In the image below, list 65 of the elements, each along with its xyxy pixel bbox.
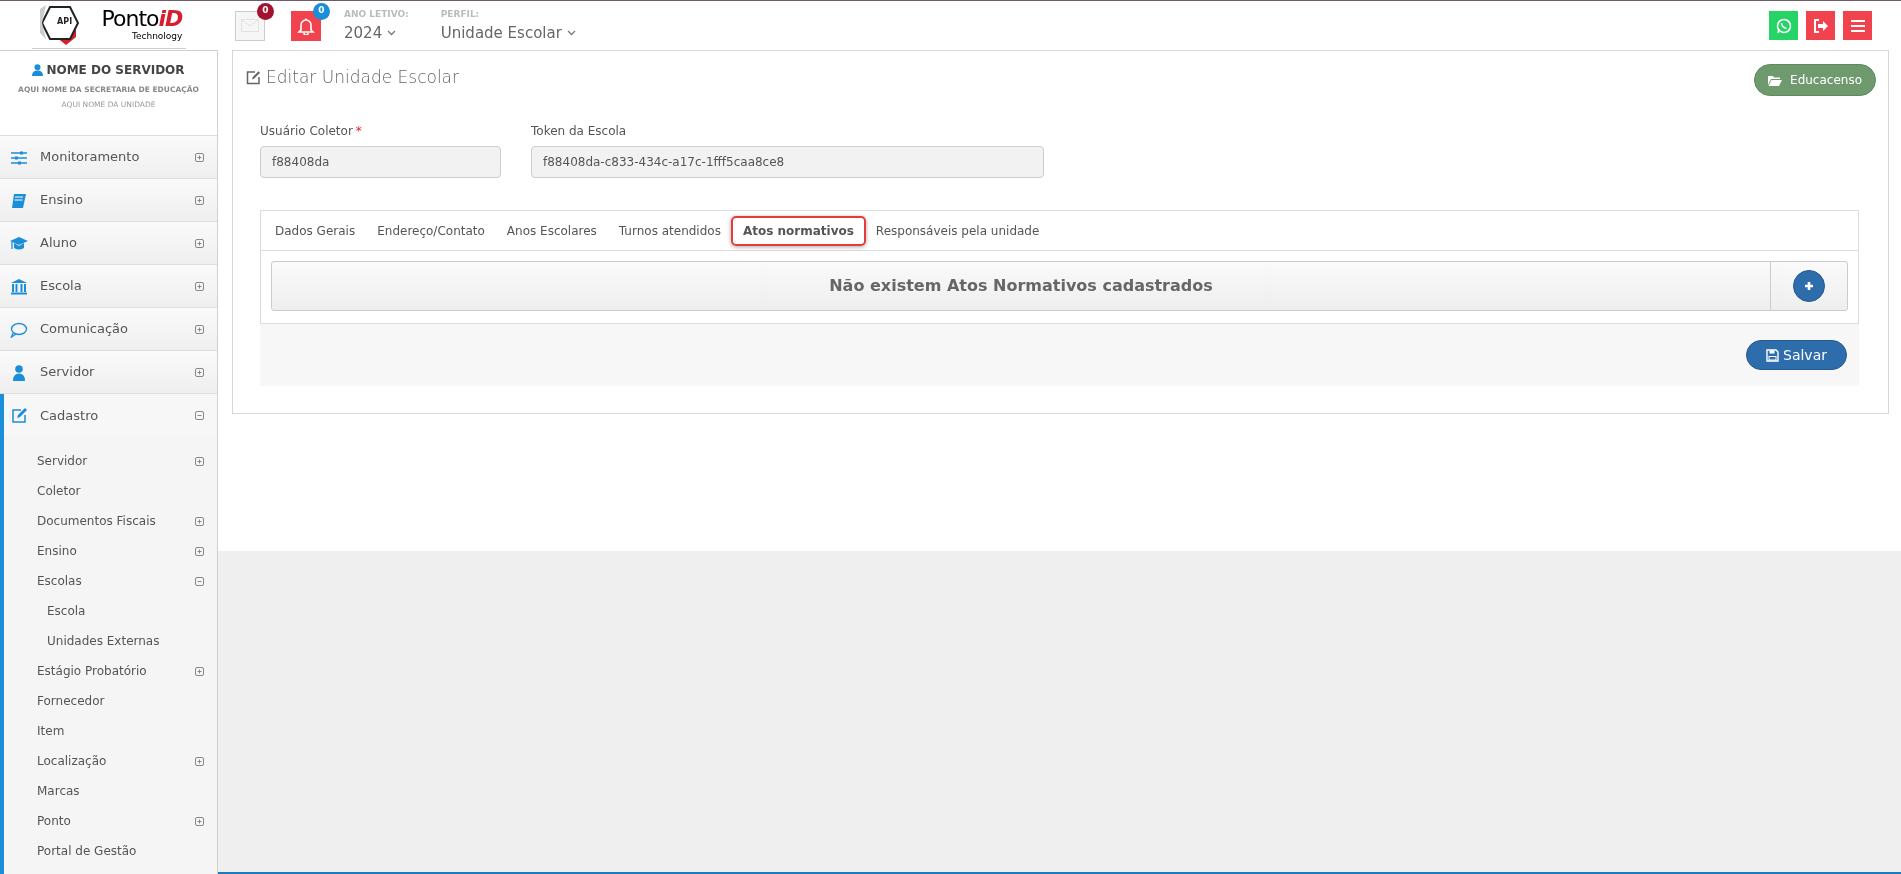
count-badge: 0 (313, 2, 330, 20)
sidebar-item[interactable]: Unidades Externas (4, 626, 217, 656)
graduation-cap-icon (10, 234, 28, 252)
sidebar-item[interactable]: Ensino (4, 536, 217, 566)
sidebar-item[interactable]: Coletor (4, 476, 217, 506)
tab[interactable]: Atos normativos (730, 215, 866, 246)
sign-out-icon (1812, 17, 1829, 34)
input-field[interactable]: f88408da (260, 146, 501, 178)
school-year-label: ANO LETIVO: (344, 8, 409, 20)
profile-dropdown[interactable]: Unidade Escolar (440, 23, 576, 43)
envelope-icon (241, 19, 259, 32)
sidebar-item[interactable]: Localização (4, 746, 217, 776)
sidebar-menu-item[interactable]: Ensino (0, 179, 217, 222)
sidebar-menu-item[interactable]: Escola (0, 265, 217, 308)
menu-button[interactable] (1843, 11, 1872, 40)
sidebar-item[interactable]: Documentos Fiscais (4, 506, 217, 536)
save-button[interactable]: Salvar (1746, 340, 1847, 370)
chat-bubble-icon (1775, 17, 1792, 34)
logo-name: PontoiD (101, 8, 183, 30)
book-icon (10, 191, 28, 209)
edit-icon (246, 70, 261, 86)
sidebar-menu-item[interactable]: Monitoramento (0, 136, 217, 179)
chevron-down-icon (387, 30, 397, 36)
count-badge: 0 (257, 2, 274, 20)
sidebar-item[interactable]: Ponto (4, 806, 217, 836)
sidebar-item[interactable]: Marcas (4, 776, 217, 806)
sidebar-item[interactable]: Item (4, 716, 217, 746)
logo-tagline: Technology (131, 32, 183, 41)
chevron-down-icon (566, 30, 576, 36)
whatsapp-button[interactable] (1769, 11, 1798, 40)
field-label: Token da Escola (531, 123, 628, 140)
menu-icon (1849, 17, 1866, 34)
sidebar-item[interactable]: Escolas (4, 566, 217, 596)
logo-badge-text: API (57, 15, 73, 28)
input-field[interactable]: f88408da-c833-434c-a17c-1fff5caa8ce8 (531, 146, 1044, 178)
tab[interactable]: Endereço/Contato (365, 215, 497, 246)
page-title: Editar Unidade Escolar (266, 66, 459, 89)
sidebar-menu-item[interactable]: Comunicação (0, 308, 217, 351)
bell-icon (297, 16, 315, 35)
required-asterisk: * (355, 124, 362, 138)
edit-icon (10, 407, 28, 424)
folder-icon (1768, 74, 1783, 86)
tab[interactable]: Responsáveis pela unidade (863, 215, 1052, 246)
add-button[interactable] (1793, 270, 1825, 302)
tab[interactable]: Turnos atendidos (606, 215, 733, 246)
tab[interactable]: Anos Escolares (494, 215, 609, 246)
sidebar-item[interactable]: Estágio Probatório (4, 656, 217, 686)
sidebar-item[interactable]: Portal de Gestão (4, 836, 217, 866)
sidebar-menu-item[interactable]: Servidor (0, 351, 217, 394)
field-label: Usuário Coletor * (260, 123, 363, 140)
bank-icon (10, 277, 28, 295)
sidebar-item[interactable]: Escola (4, 596, 217, 626)
plus-icon (1804, 281, 1814, 291)
user-name: NOME DO SERVIDOR (46, 62, 185, 79)
tab[interactable]: Dados Gerais (263, 215, 368, 246)
sidebar-item[interactable]: Servidor (4, 446, 217, 476)
user-icon (32, 64, 44, 76)
logout-button[interactable] (1806, 11, 1835, 40)
user-icon (10, 363, 28, 381)
sidebar-item[interactable]: Fornecedor (4, 686, 217, 716)
speech-bubble-icon (10, 320, 28, 338)
empty-message: Não existem Atos Normativos cadastrados (829, 275, 1213, 297)
profile-label: PERFIL: (440, 8, 480, 20)
school-year-dropdown[interactable]: 2024 (344, 23, 409, 43)
sidebar-menu-item[interactable]: Aluno (0, 222, 217, 265)
